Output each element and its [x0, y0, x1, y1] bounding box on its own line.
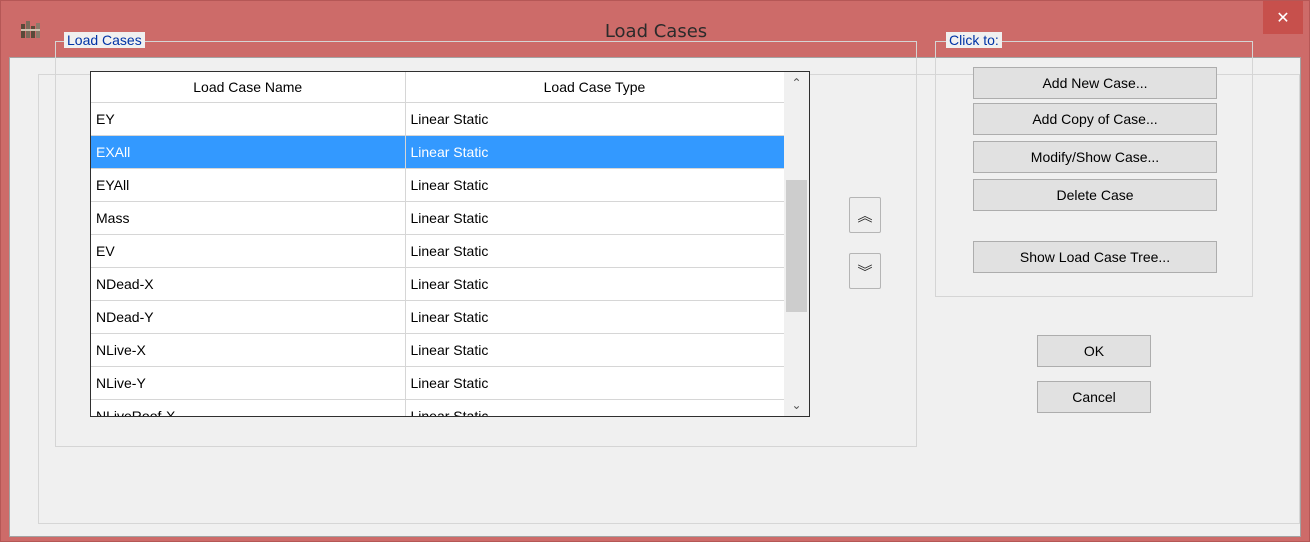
modify-show-case-button[interactable]: Modify/Show Case...	[973, 141, 1217, 173]
click-to-group-label: Click to:	[946, 32, 1002, 48]
column-header-name[interactable]: Load Case Name	[91, 72, 406, 103]
load-case-type-cell: Linear Static	[405, 267, 784, 301]
double-chevron-down-icon: ︾	[857, 263, 873, 281]
load-case-name-cell: Mass	[91, 201, 406, 235]
load-case-name-cell: NLive-X	[91, 333, 406, 367]
load-case-type-cell: Linear Static	[405, 234, 784, 268]
load-cases-dialog: Load Cases ✕ Load Cases Click to: Load C…	[0, 0, 1310, 542]
move-case-up-button[interactable]: ︽	[849, 197, 881, 233]
column-header-type[interactable]: Load Case Type	[405, 72, 784, 103]
table-row[interactable]: NLiveRoof-X Linear Static	[91, 399, 784, 416]
double-chevron-up-icon: ︽	[857, 207, 873, 225]
cancel-button[interactable]: Cancel	[1037, 381, 1151, 413]
move-case-down-button[interactable]: ︾	[849, 253, 881, 289]
load-case-name-cell: EY	[91, 102, 406, 136]
table-row[interactable]: NDead-Y Linear Static	[91, 300, 784, 334]
table-row[interactable]: EXAll Linear Static	[91, 135, 784, 169]
load-case-type-cell: Linear Static	[405, 135, 784, 169]
table-row[interactable]: NDead-X Linear Static	[91, 267, 784, 301]
show-load-case-tree-button[interactable]: Show Load Case Tree...	[973, 241, 1217, 273]
load-case-name-cell: EYAll	[91, 168, 406, 202]
load-case-type-cell: Linear Static	[405, 300, 784, 334]
table-row[interactable]: EV Linear Static	[91, 234, 784, 268]
add-copy-of-case-button[interactable]: Add Copy of Case...	[973, 103, 1217, 135]
load-case-name-cell: EV	[91, 234, 406, 268]
load-case-name-cell: NLiveRoof-X	[91, 399, 406, 416]
load-case-type-cell: Linear Static	[405, 366, 784, 400]
scroll-up-arrow-icon[interactable]: ⌃	[784, 72, 809, 94]
load-case-name-cell: EXAll	[91, 135, 406, 169]
load-case-type-cell: Linear Static	[405, 333, 784, 367]
load-case-name-cell: NDead-X	[91, 267, 406, 301]
load-cases-table: Load Case Name Load Case Type EY Linear …	[90, 71, 810, 417]
table-row[interactable]: NLive-Y Linear Static	[91, 366, 784, 400]
table-row[interactable]: Mass Linear Static	[91, 201, 784, 235]
table-row[interactable]: NLive-X Linear Static	[91, 333, 784, 367]
ok-button[interactable]: OK	[1037, 335, 1151, 367]
table-header-row: Load Case Name Load Case Type	[91, 72, 784, 103]
scrollbar-thumb[interactable]	[786, 180, 807, 312]
window-title: Load Cases	[604, 21, 708, 42]
load-case-type-cell: Linear Static	[405, 399, 784, 416]
load-case-type-cell: Linear Static	[405, 102, 784, 136]
table-vertical-scrollbar[interactable]: ⌃ ⌄	[784, 72, 809, 416]
load-case-type-cell: Linear Static	[405, 201, 784, 235]
scroll-down-arrow-icon[interactable]: ⌄	[784, 394, 809, 416]
table-row[interactable]: EY Linear Static	[91, 102, 784, 136]
close-button[interactable]: ✕	[1263, 1, 1303, 34]
load-case-name-cell: NDead-Y	[91, 300, 406, 334]
load-cases-group-label: Load Cases	[64, 32, 145, 48]
add-new-case-button[interactable]: Add New Case...	[973, 67, 1217, 99]
load-case-name-cell: NLive-Y	[91, 366, 406, 400]
load-case-type-cell: Linear Static	[405, 168, 784, 202]
table-row[interactable]: EYAll Linear Static	[91, 168, 784, 202]
delete-case-button[interactable]: Delete Case	[973, 179, 1217, 211]
